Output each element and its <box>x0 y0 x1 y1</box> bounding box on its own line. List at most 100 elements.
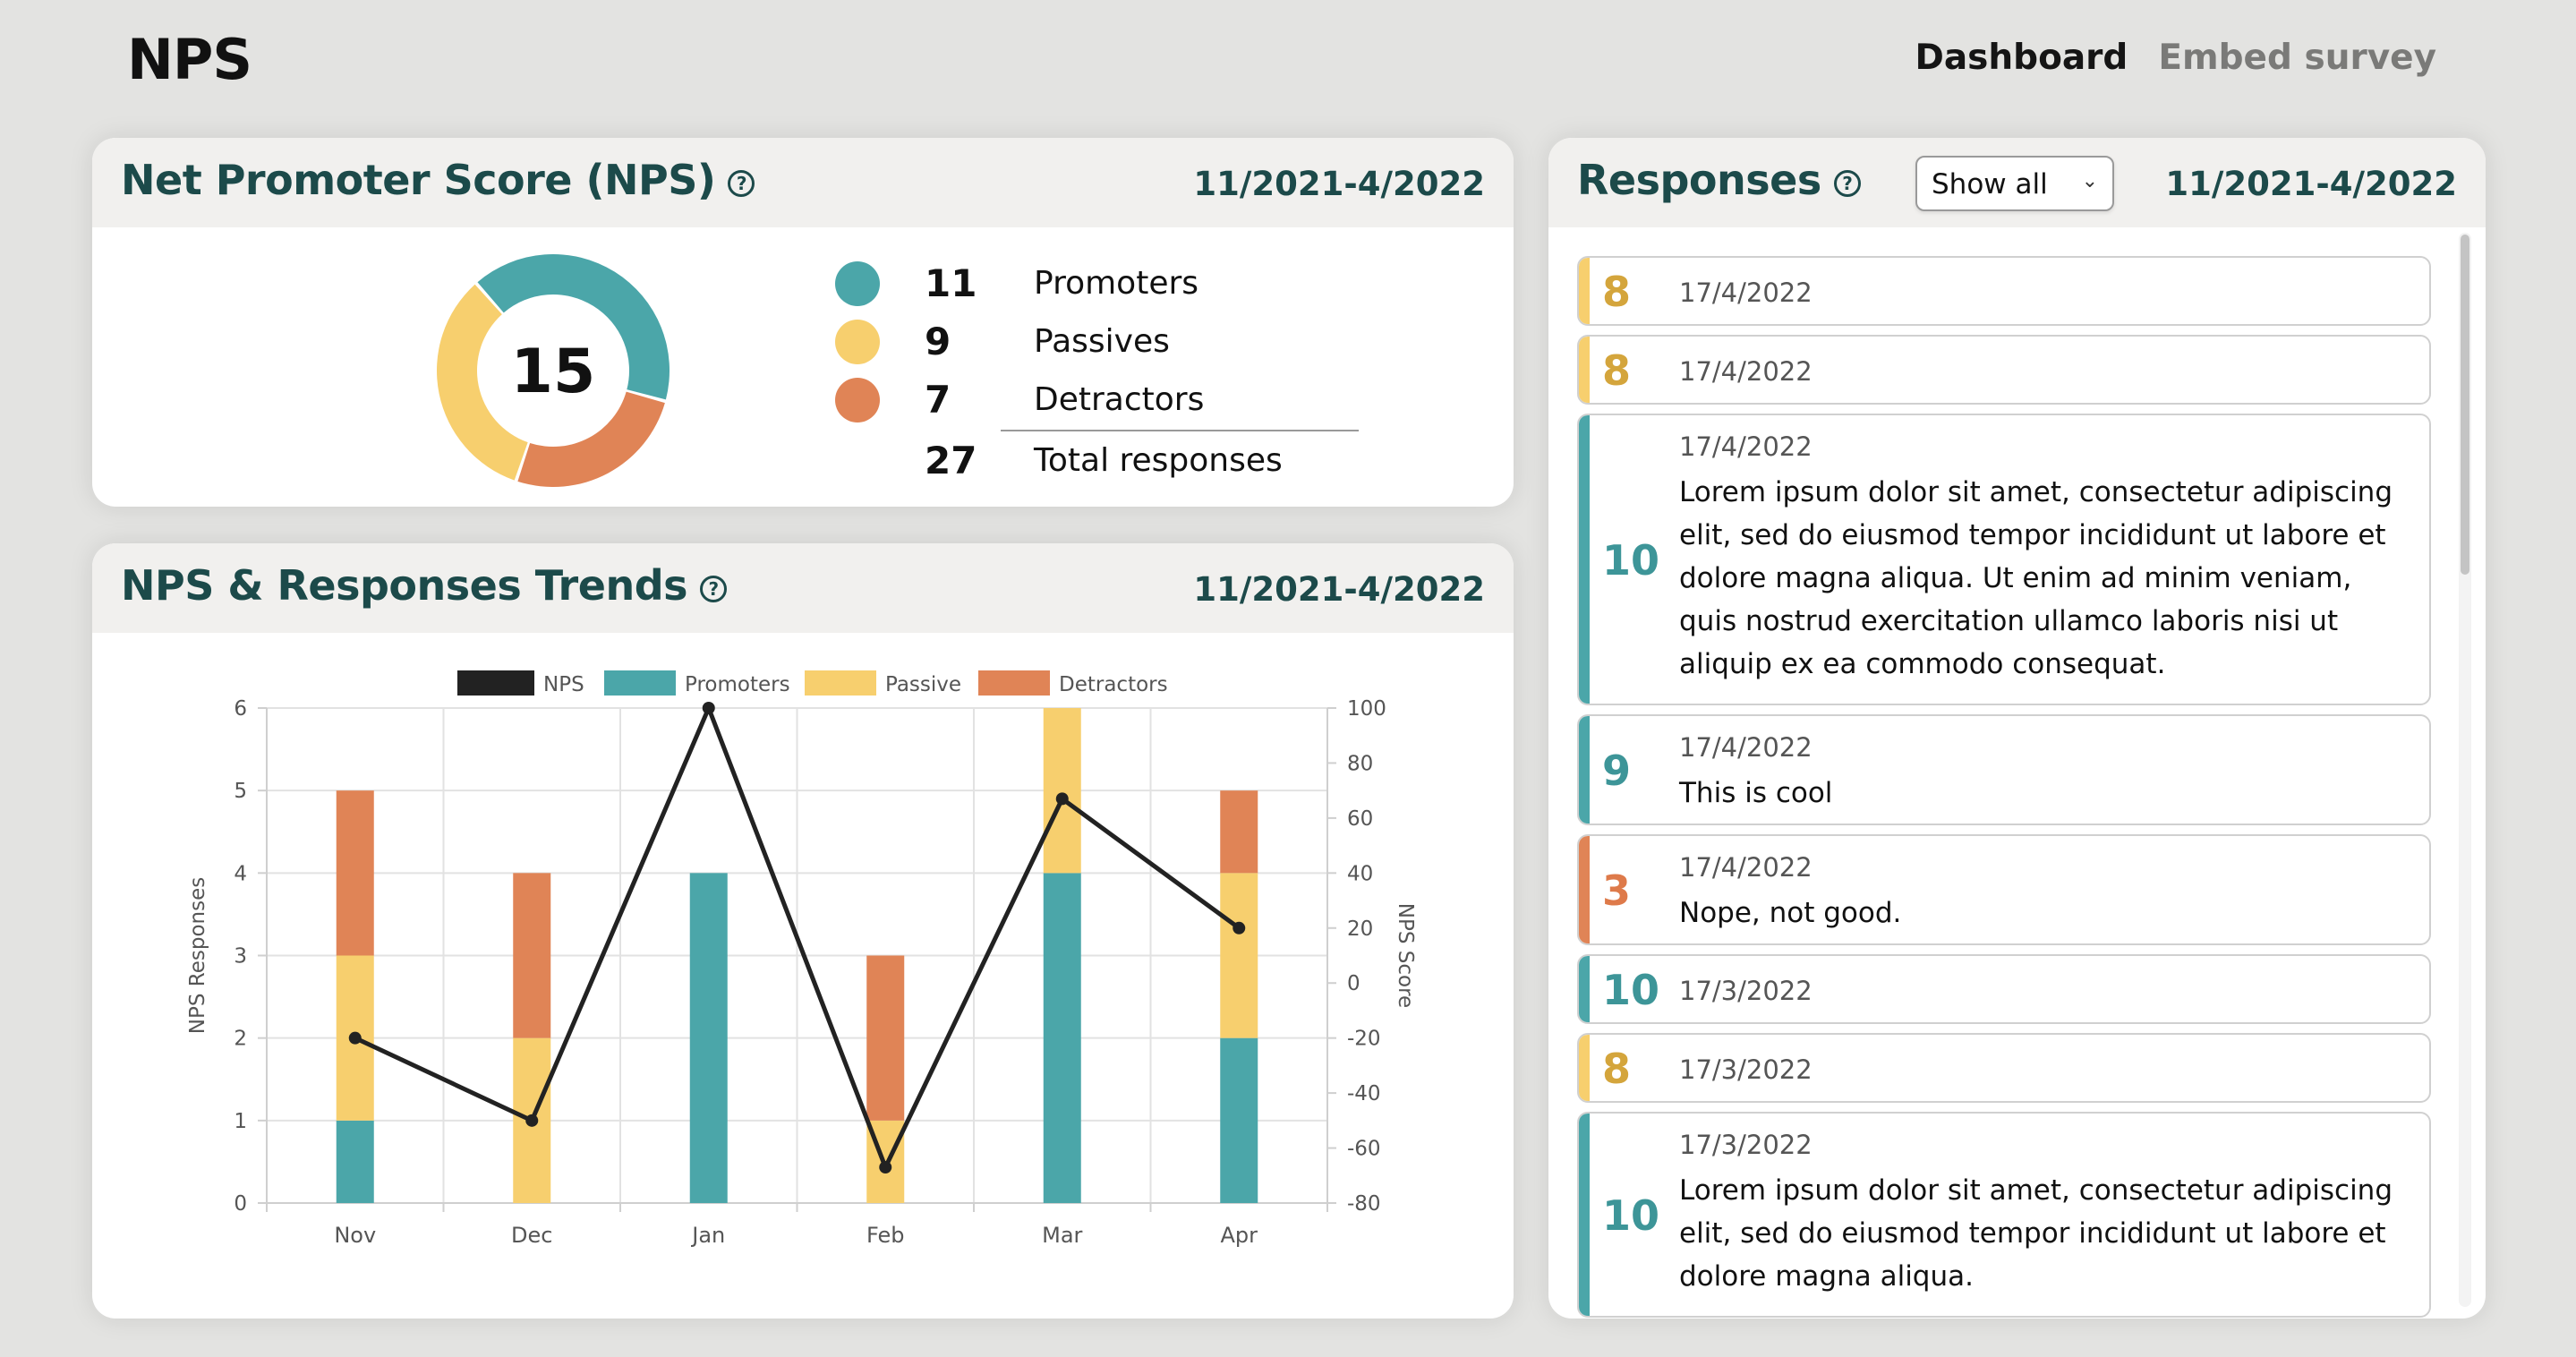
chart-gridlines <box>266 707 1328 1204</box>
y2-tick-label: 20 <box>1347 917 1373 941</box>
nps-point[interactable] <box>525 1114 539 1127</box>
nps-point[interactable] <box>1233 921 1246 935</box>
response-text: Lorem ipsum dolor sit amet, consectetur … <box>1679 1174 2393 1293</box>
legend-swatch[interactable] <box>805 670 876 696</box>
scrollbar-thumb[interactable] <box>2461 235 2469 575</box>
nps-point[interactable] <box>348 1031 362 1045</box>
x-tick-label: Apr <box>1220 1223 1258 1248</box>
x-tick-label: Feb <box>866 1223 905 1248</box>
y2-tick-label: 60 <box>1347 807 1373 831</box>
nps-point[interactable] <box>879 1161 892 1174</box>
bar-passive[interactable] <box>1043 708 1081 874</box>
y2-tick-label: 80 <box>1347 752 1373 775</box>
total-count: 27 <box>925 439 977 482</box>
bar-passive[interactable] <box>1220 873 1258 1038</box>
y2-tick-label: 40 <box>1347 862 1373 885</box>
response-item[interactable]: 3 17/4/2022 Nope, not good. <box>1577 834 2431 945</box>
help-circle-icon[interactable]: ? <box>728 169 755 197</box>
score-color-bar <box>1579 415 1590 704</box>
score-color-bar <box>1579 1114 1590 1316</box>
help-circle-icon[interactable]: ? <box>700 575 727 602</box>
legend-swatch[interactable] <box>604 670 676 696</box>
response-date: 17/3/2022 <box>1679 1130 1813 1160</box>
y-tick-label: 2 <box>234 1028 247 1051</box>
total-divider <box>1001 430 1359 431</box>
score-color-bar <box>1579 956 1590 1022</box>
trends-date-range: 11/2021-4/2022 <box>1193 570 1485 609</box>
passives-label: Passives <box>1034 323 1170 360</box>
detractors-label: Detractors <box>1034 381 1205 418</box>
response-score: 10 <box>1602 536 1660 585</box>
x-tick-label: Jan <box>690 1223 725 1248</box>
promoters-dot <box>835 261 880 306</box>
response-date: 17/4/2022 <box>1679 732 1813 763</box>
response-filter-select[interactable]: Show all ⌄ <box>1915 156 2114 211</box>
score-color-bar <box>1579 337 1590 403</box>
help-circle-icon[interactable]: ? <box>1833 169 1861 197</box>
detractors-dot <box>835 378 880 422</box>
bar-detractors[interactable] <box>336 790 374 956</box>
chart-legend: NPS Promoters Passive Detractors <box>457 670 1168 696</box>
nps-title-text: Net Promoter Score (NPS) <box>121 156 716 204</box>
response-date: 17/4/2022 <box>1679 277 1813 308</box>
response-item[interactable]: 10 17/3/2022 Lorem ipsum dolor sit amet, c… <box>1577 1112 2431 1318</box>
nps-card: Net Promoter Score (NPS)? 11/2021-4/2022… <box>92 138 1514 507</box>
nav-embed-survey[interactable]: Embed survey <box>2158 38 2436 78</box>
y-axis-title: NPS Responses <box>186 877 209 1034</box>
x-tick-label: Mar <box>1042 1223 1082 1248</box>
trends-card: NPS & Responses Trends? 11/2021-4/2022 0… <box>92 543 1514 1319</box>
response-item[interactable]: 10 17/3/2022 <box>1577 954 2431 1024</box>
total-label: Total responses <box>1034 442 1283 479</box>
y2-tick-label: 100 <box>1347 697 1386 721</box>
promoters-count: 11 <box>925 261 977 305</box>
bar-promoters[interactable] <box>689 873 728 1203</box>
filter-selected-value: Show all <box>1932 168 2048 201</box>
response-item[interactable]: 8 17/3/2022 <box>1577 1033 2431 1103</box>
bar-promoters[interactable] <box>1220 1037 1258 1203</box>
legend-swatch[interactable] <box>978 670 1050 696</box>
x-tick-label: Dec <box>511 1223 552 1248</box>
response-score: 8 <box>1602 268 1632 316</box>
response-item[interactable]: 9 17/4/2022 This is cool <box>1577 714 2431 825</box>
response-score: 9 <box>1602 747 1632 795</box>
legend-label[interactable]: Detractors <box>1059 673 1168 696</box>
response-item[interactable]: 10 17/4/2022 Lorem ipsum dolor sit amet, c… <box>1577 414 2431 705</box>
response-date: 17/4/2022 <box>1679 356 1813 387</box>
response-date: 17/3/2022 <box>1679 976 1813 1006</box>
trends-chart: 0 1 2 3 4 5 6 -80 -60 -40 -20 0 20 40 60 80 100 NPS Respo… <box>186 670 1417 1248</box>
passives-dot <box>835 320 880 364</box>
response-item[interactable]: 8 17/4/2022 <box>1577 256 2431 326</box>
score-color-bar <box>1579 836 1590 943</box>
bar-detractors[interactable] <box>866 955 905 1121</box>
legend-label[interactable]: Passive <box>885 673 961 696</box>
bar-detractors[interactable] <box>513 873 551 1038</box>
bar-promoters[interactable] <box>1043 873 1081 1203</box>
y-tick-label: 4 <box>234 862 247 885</box>
nav-dashboard[interactable]: Dashboard <box>1915 38 2128 78</box>
nps-card-title: Net Promoter Score (NPS)? <box>121 156 755 204</box>
nps-point[interactable] <box>702 702 715 714</box>
score-color-bar <box>1579 258 1590 324</box>
trends-card-title: NPS & Responses Trends? <box>121 561 727 610</box>
y2-tick-label: -40 <box>1347 1082 1381 1105</box>
nps-point[interactable] <box>1055 792 1069 806</box>
promoters-label: Promoters <box>1034 265 1199 302</box>
legend-label[interactable]: NPS <box>543 673 584 696</box>
response-score: 8 <box>1602 346 1632 395</box>
top-bar: NPS Dashboard Embed survey <box>0 0 2576 125</box>
bar-promoters[interactable] <box>336 1120 374 1203</box>
response-item[interactable]: 8 17/4/2022 <box>1577 335 2431 405</box>
x-tick-label: Nov <box>334 1223 376 1248</box>
responses-list[interactable]: 8 17/4/2022 8 17/4/2022 10 17/4/2022 Lorem ips… <box>1577 256 2431 1319</box>
legend-label[interactable]: Promoters <box>685 673 790 696</box>
response-text: Nope, not good. <box>1679 897 1902 929</box>
responses-scrollbar[interactable] <box>2459 233 2471 1307</box>
response-text: Lorem ipsum dolor sit amet, consectetur … <box>1679 476 2393 680</box>
y-tick-label: 6 <box>234 697 247 721</box>
responses-card-header: Responses? Show all ⌄ 11/2021-4/2022 <box>1548 138 2486 227</box>
legend-swatch[interactable] <box>457 670 534 696</box>
y2-tick-label: -60 <box>1347 1138 1381 1161</box>
nps-score-value: 15 <box>511 337 596 407</box>
bar-detractors[interactable] <box>1220 790 1258 874</box>
nps-card-header: Net Promoter Score (NPS)? 11/2021-4/2022 <box>92 138 1514 227</box>
